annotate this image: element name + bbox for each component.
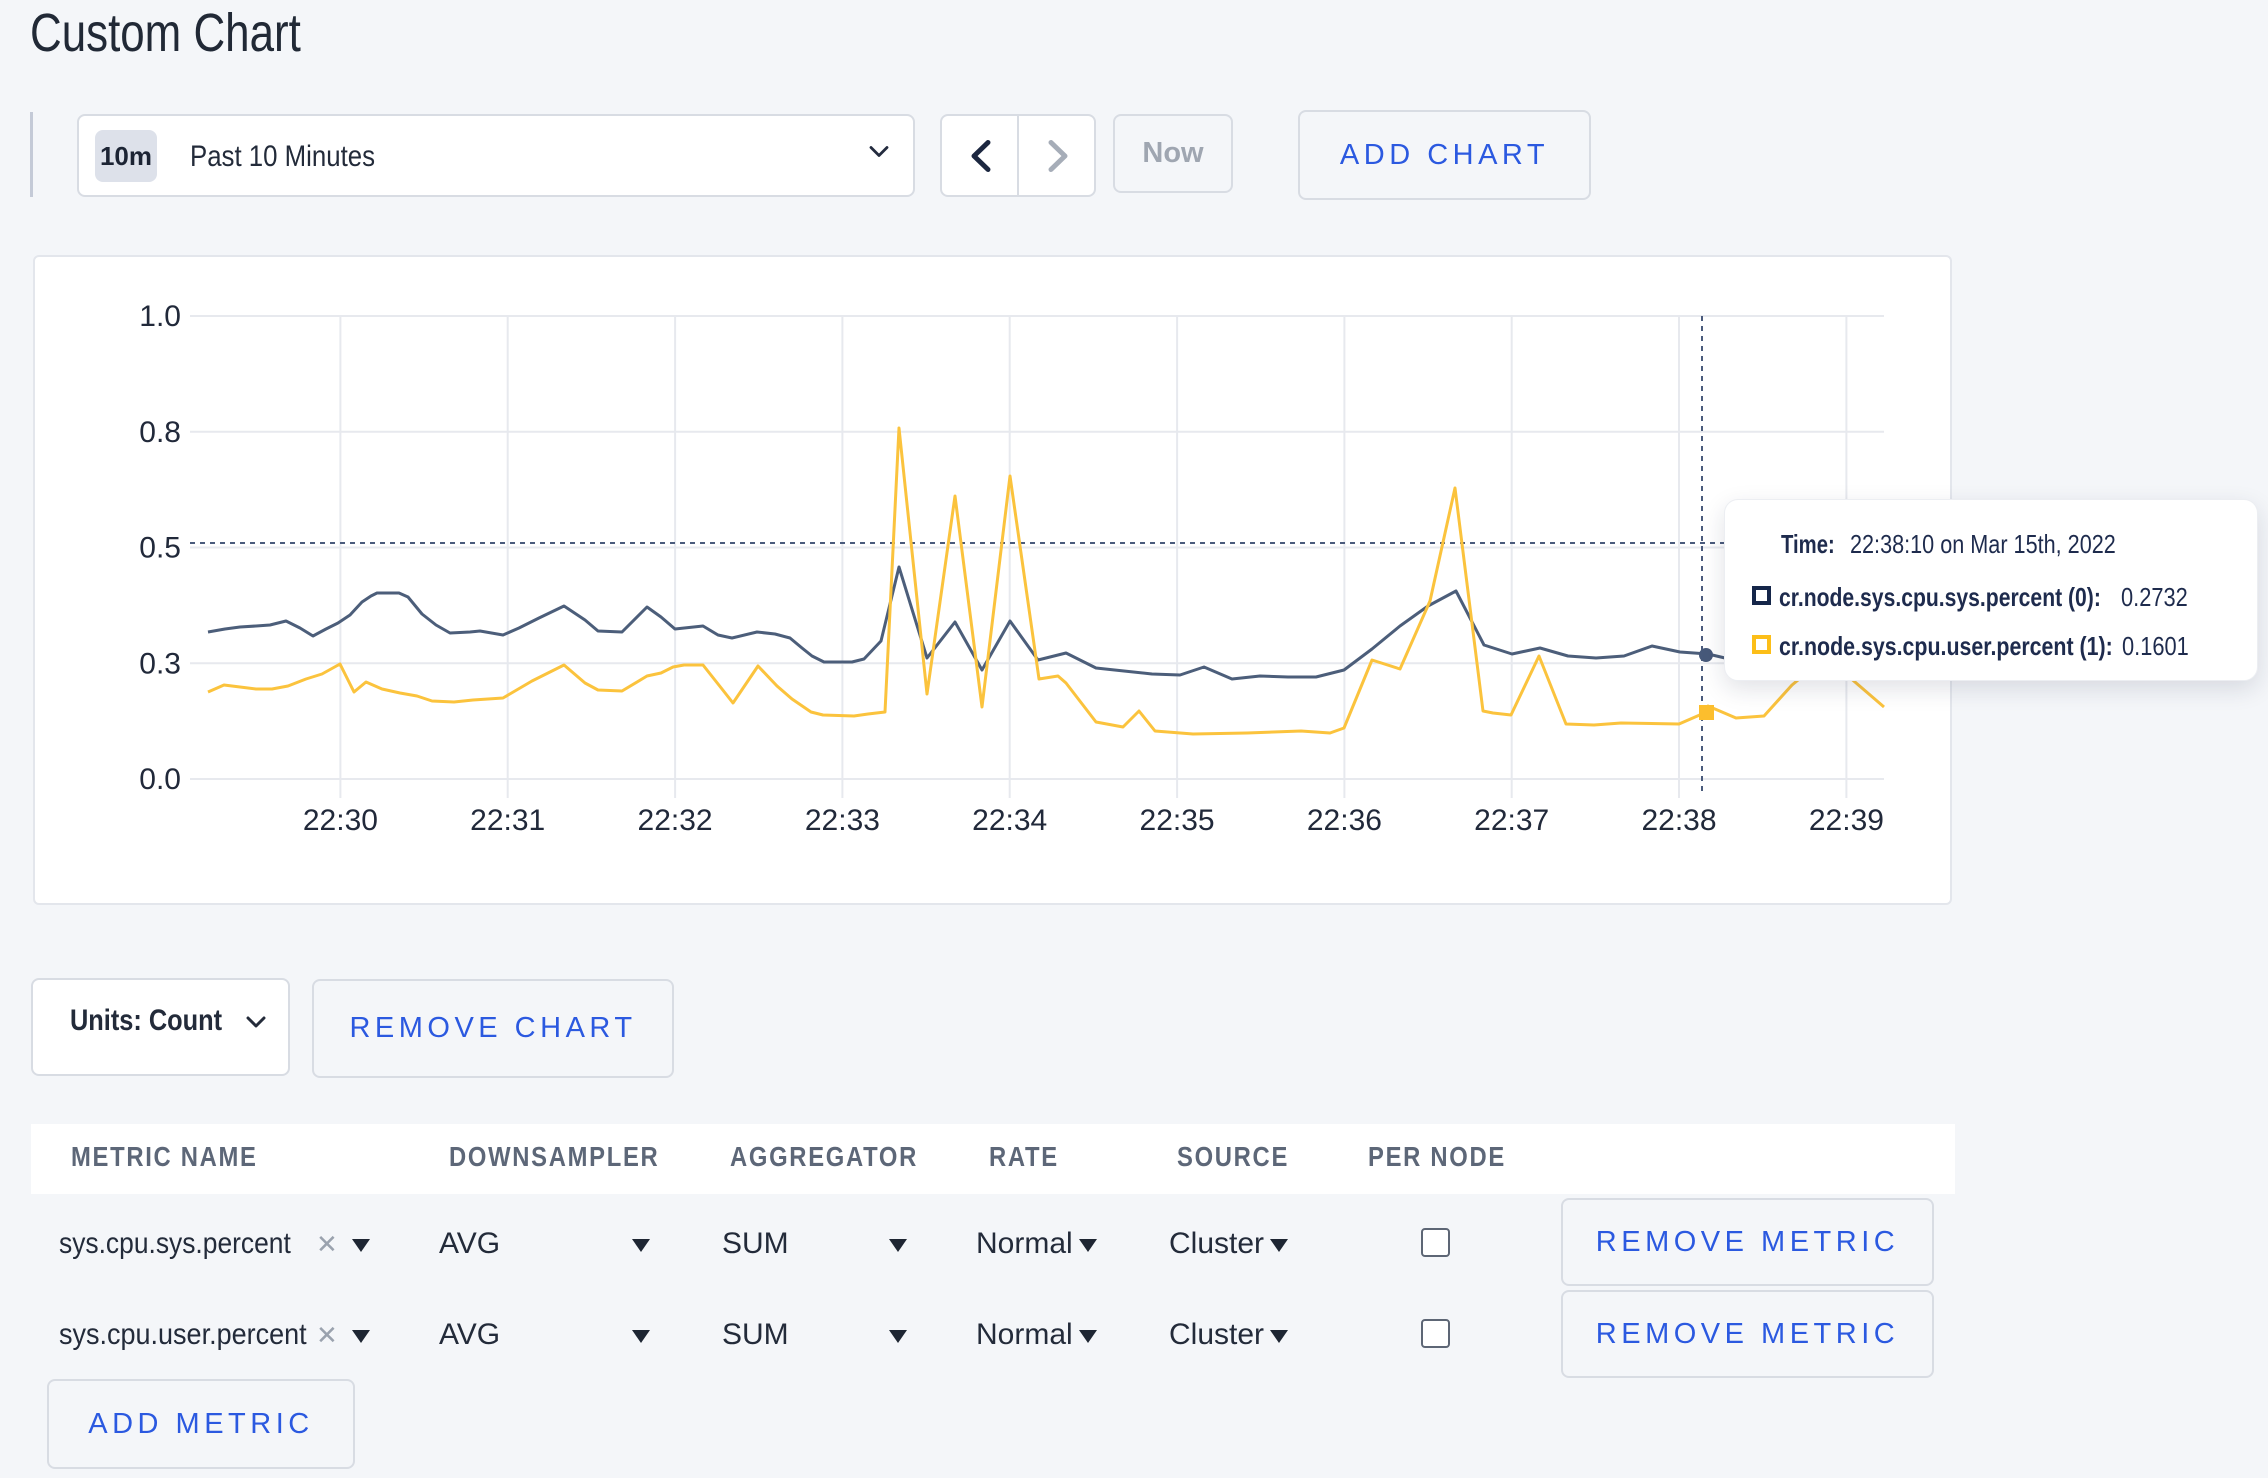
- svg-text:0.0: 0.0: [139, 763, 181, 796]
- svg-text:22:35: 22:35: [1140, 804, 1215, 837]
- svg-text:0.5: 0.5: [139, 532, 181, 565]
- svg-text:22:36: 22:36: [1307, 804, 1382, 837]
- svg-text:22:39: 22:39: [1809, 804, 1884, 837]
- svg-text:22:30: 22:30: [303, 804, 378, 837]
- svg-text:22:33: 22:33: [805, 804, 880, 837]
- svg-text:0.3: 0.3: [139, 647, 181, 680]
- svg-text:0.8: 0.8: [139, 416, 181, 449]
- svg-text:22:31: 22:31: [470, 804, 545, 837]
- svg-text:22:37: 22:37: [1474, 804, 1549, 837]
- svg-text:22:38: 22:38: [1641, 804, 1716, 837]
- svg-text:1.0: 1.0: [139, 300, 181, 333]
- svg-text:22:32: 22:32: [638, 804, 713, 837]
- svg-text:22:34: 22:34: [972, 804, 1047, 837]
